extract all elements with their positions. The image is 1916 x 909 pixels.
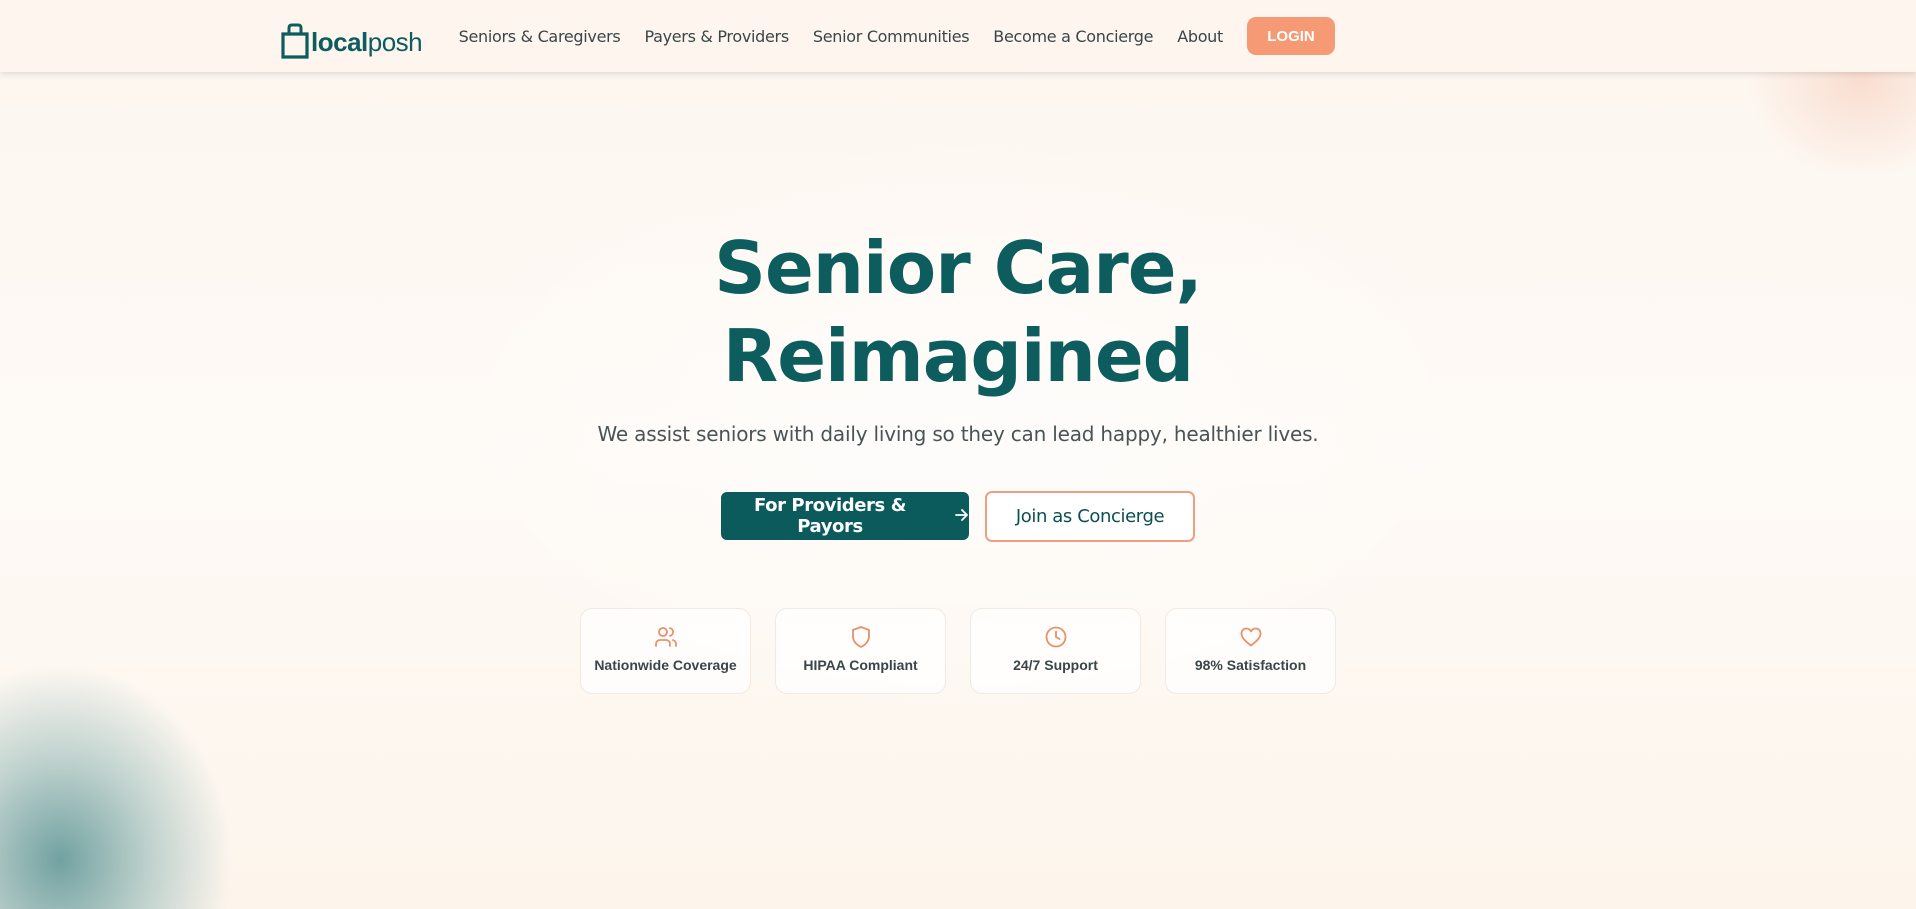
feature-card-hipaa: HIPAA Compliant — [775, 608, 946, 694]
providers-payors-button[interactable]: For Providers & Payors — [721, 492, 969, 540]
nav-payers-providers[interactable]: Payers & Providers — [644, 27, 789, 46]
feature-card-satisfaction: 98% Satisfaction — [1165, 608, 1336, 694]
nav-become-concierge[interactable]: Become a Concierge — [993, 27, 1153, 46]
login-button[interactable]: LOGIN — [1247, 17, 1335, 55]
hero-headline: Senior Care, Reimagined — [0, 224, 1916, 400]
hero-headline-line2: Reimagined — [722, 314, 1194, 398]
join-concierge-button[interactable]: Join as Concierge — [985, 491, 1195, 542]
cta-row: For Providers & Payors Join as Concierge — [721, 491, 1195, 542]
logo-wordmark-bold: local — [311, 27, 368, 57]
hero-subtitle: We assist seniors with daily living so t… — [597, 422, 1319, 446]
hero-section: Senior Care, Reimagined We assist senior… — [0, 72, 1916, 909]
heart-icon — [1239, 625, 1263, 649]
arrow-right-icon — [955, 507, 969, 525]
feature-label: 98% Satisfaction — [1194, 657, 1307, 673]
logo-wordmark: localposh — [311, 27, 423, 57]
clock-icon — [1044, 625, 1068, 649]
feature-card-coverage: Nationwide Coverage — [580, 608, 751, 694]
nav-about[interactable]: About — [1177, 27, 1223, 46]
users-icon — [654, 625, 678, 649]
site-header: localposh Seniors & Caregivers Payers & … — [0, 0, 1916, 72]
main-nav: Seniors & Caregivers Payers & Providers … — [459, 17, 1335, 55]
nav-seniors-caregivers[interactable]: Seniors & Caregivers — [459, 27, 621, 46]
feature-cards: Nationwide Coverage HIPAA Compliant 24/7… — [580, 608, 1336, 694]
shield-icon — [849, 625, 873, 649]
localposh-logo[interactable]: localposh — [280, 15, 423, 59]
providers-payors-button-label: For Providers & Payors — [753, 495, 907, 537]
feature-label: Nationwide Coverage — [594, 657, 737, 673]
nav-senior-communities[interactable]: Senior Communities — [813, 27, 970, 46]
shopping-bag-icon — [280, 23, 310, 59]
feature-label: 24/7 Support — [1013, 657, 1098, 673]
feature-label: HIPAA Compliant — [803, 657, 918, 673]
logo-wordmark-regular: posh — [367, 27, 423, 57]
feature-card-support: 24/7 Support — [970, 608, 1141, 694]
hero-headline-line1: Senior Care, — [714, 226, 1203, 310]
